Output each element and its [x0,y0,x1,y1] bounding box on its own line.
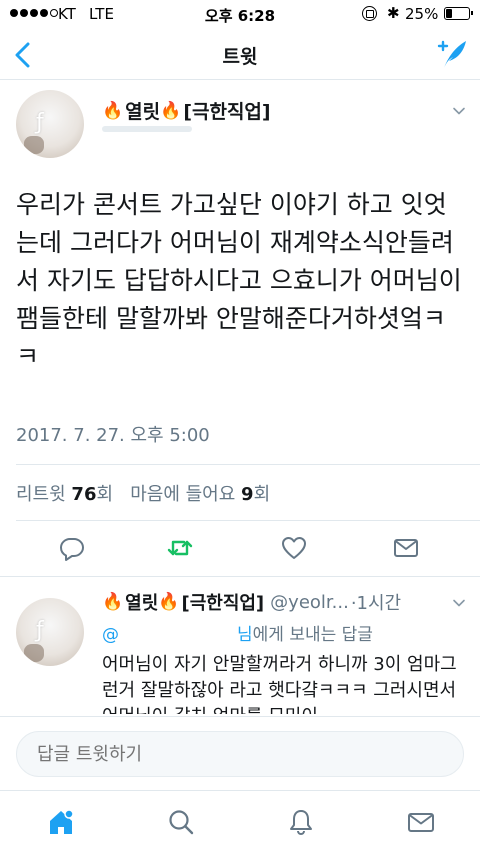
direct-message-icon[interactable] [392,534,420,562]
status-bar: KT LTE 오후 6:28 ✱ 25% [0,0,480,28]
navigation-bar: 트윗 [0,28,480,80]
battery-icon [444,7,473,20]
tweet-actions [0,530,480,566]
orientation-lock-icon [362,6,377,21]
reply-author[interactable]: 🔥 열릿 🔥 [극한직업] @yeolr... ·1시간 [102,589,401,615]
bluetooth-icon: ✱ [387,4,400,22]
reply-composer [0,716,480,790]
display-name: 열릿 [125,101,161,123]
display-name-tag: [극한직업] [183,101,271,123]
display-name-tag: [극한직업] [181,593,265,614]
tweet-timestamp: 2017. 7. 27. 오후 5:00 [16,425,210,446]
tweet-text: 우리가 콘서트 가고싶단 이야기 하고 잇엇는데 그러다가 어머님이 재계약소식… [16,190,462,371]
chevron-down-icon[interactable] [452,596,466,610]
divider [16,464,480,465]
compose-tweet-icon [437,40,466,68]
page-title: 트윗 [222,46,258,68]
home-icon[interactable] [46,807,76,837]
likes-count: 9 [241,484,254,505]
reply-text: 어머님이 자기 안말할꺼라거 하니까 3이 엄마그런거 잘말하잖아 라고 햇다걐… [102,654,457,714]
like-icon[interactable] [280,534,308,562]
divider [0,576,480,577]
retweets-stat[interactable]: 리트윗 76회 [16,484,113,505]
search-icon[interactable] [166,807,196,837]
redacted-handle [102,126,192,132]
retweets-count: 76 [71,484,97,505]
messages-icon[interactable] [406,807,436,837]
fire-emoji-icon: 🔥 [158,592,180,612]
divider [16,520,480,521]
fire-emoji-icon: 🔥 [102,100,124,121]
chevron-down-icon[interactable] [452,104,466,118]
notifications-icon[interactable] [286,807,316,837]
likes-stat[interactable]: 마음에 들어요 9회 [130,484,270,505]
display-name: 열릿 [125,593,159,614]
reply-icon[interactable] [58,534,86,562]
battery-percent: 25% [405,5,439,23]
reply-input[interactable] [16,731,464,777]
tweet-stats: 리트윗 76회 마음에 들어요 9회 [16,480,270,506]
handle: @yeolr... [270,591,349,613]
replying-to[interactable]: @ 님에게 보내는 답글 [102,620,373,645]
fire-emoji-icon: 🔥 [160,100,182,121]
avatar[interactable]: ƒ [16,598,84,666]
reply-time: ·1시간 [350,593,402,614]
retweet-icon[interactable] [166,534,194,562]
compose-tweet-button[interactable] [434,36,470,72]
tab-bar [0,790,480,854]
author-name[interactable]: 🔥 열릿 🔥 [극한직업] [102,97,271,124]
fire-emoji-icon: 🔥 [102,592,124,612]
avatar[interactable]: ƒ [16,90,84,158]
